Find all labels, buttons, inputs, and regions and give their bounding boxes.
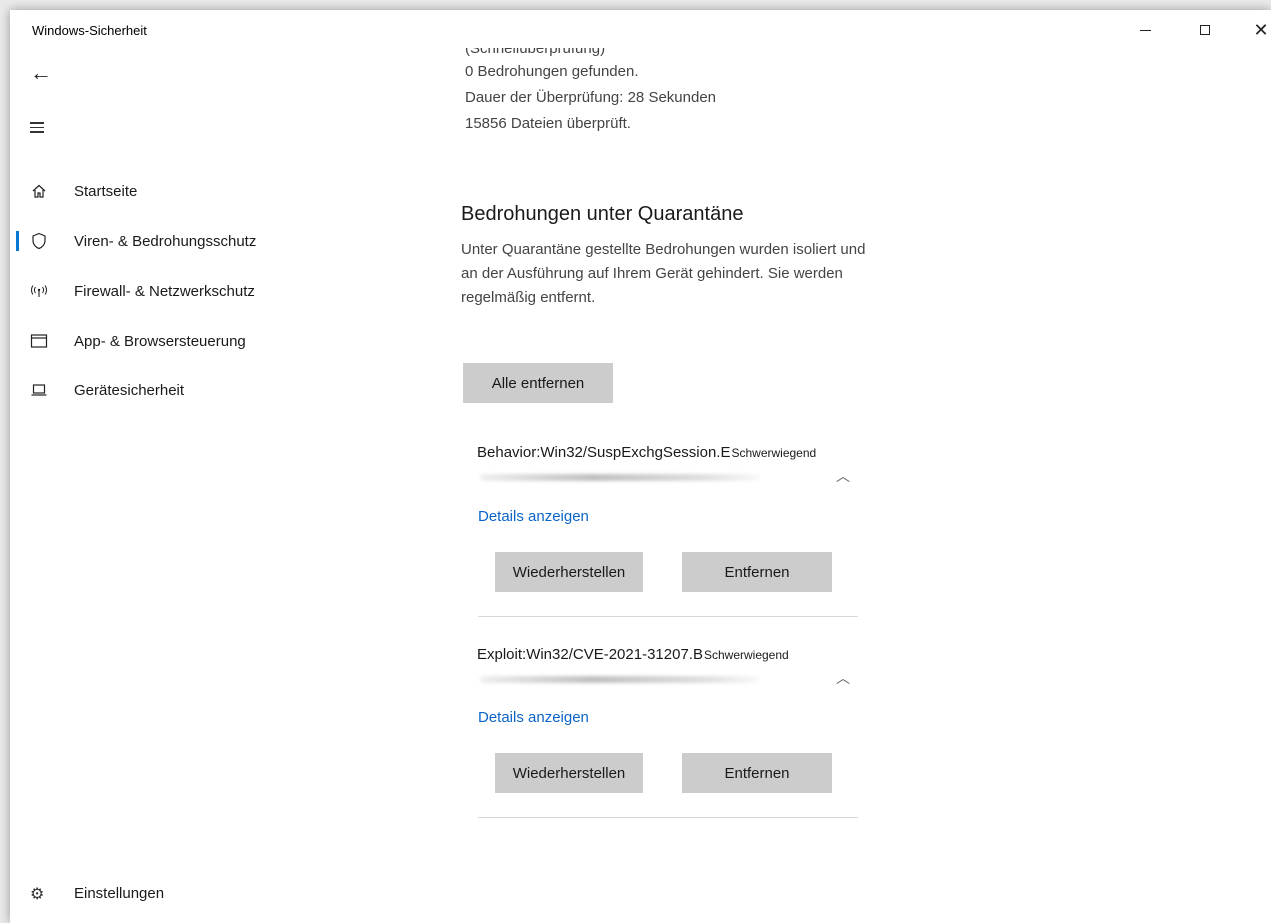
nav-item-label: App- & Browsersteuerung xyxy=(74,332,246,350)
threat-severity: Schwerwiegend xyxy=(703,648,789,662)
divider xyxy=(478,817,858,818)
nav-item-label: Firewall- & Netzwerkschutz xyxy=(74,282,255,300)
remove-button[interactable]: Entfernen xyxy=(682,753,832,793)
minimize-button[interactable] xyxy=(1122,14,1168,46)
nav-item-label: Viren- & Bedrohungsschutz xyxy=(74,232,257,250)
browser-window-icon xyxy=(30,332,48,350)
nav-item-app-browser[interactable]: App- & Browsersteuerung xyxy=(10,324,310,358)
chevron-up-icon[interactable]: ︿ xyxy=(836,466,850,486)
back-button[interactable]: ← xyxy=(30,60,52,86)
back-arrow-icon: ← xyxy=(30,60,52,85)
nav-item-device-security[interactable]: Gerätesicherheit xyxy=(10,373,310,407)
hamburger-icon xyxy=(30,122,44,133)
maximize-button[interactable] xyxy=(1182,14,1228,46)
scan-files-text: 15856 Dateien überprüft. xyxy=(465,115,631,132)
window-title: Windows-Sicherheit xyxy=(32,23,147,38)
minimize-icon xyxy=(1139,29,1151,31)
nav-item-home[interactable]: Startseite xyxy=(10,174,310,208)
nav-item-label: Startseite xyxy=(74,182,138,200)
details-link[interactable]: Details anzeigen xyxy=(478,709,589,726)
menu-button[interactable] xyxy=(30,122,44,136)
remove-button[interactable]: Entfernen xyxy=(682,552,832,592)
nav-item-label: Gerätesicherheit xyxy=(74,381,185,399)
threat-name: Behavior:Win32/SuspExchgSession.E xyxy=(477,444,731,461)
nav-item-label: Einstellungen xyxy=(74,885,165,902)
active-indicator xyxy=(16,231,19,251)
divider xyxy=(478,616,858,617)
nav-item-settings[interactable]: ⚙ Einstellungen xyxy=(10,876,310,910)
nav-item-firewall[interactable]: Firewall- & Netzwerkschutz xyxy=(10,274,310,308)
close-button[interactable]: ✕ xyxy=(1238,14,1271,46)
restore-button[interactable]: Wiederherstellen xyxy=(495,552,643,592)
gear-icon: ⚙ xyxy=(30,886,45,903)
threat-item[interactable]: Behavior:Win32/SuspExchgSession.ESchwerw… xyxy=(477,444,862,461)
restore-button[interactable]: Wiederherstellen xyxy=(495,753,643,793)
scan-type-text: (Schnellüberprüfung) xyxy=(465,40,606,57)
shield-icon xyxy=(30,232,48,250)
threat-name: Exploit:Win32/CVE-2021-31207.B xyxy=(477,646,703,663)
section-heading: Bedrohungen unter Quarantäne xyxy=(461,203,744,225)
redacted-path xyxy=(480,676,760,683)
nav-item-virus-protection[interactable]: Viren- & Bedrohungsschutz xyxy=(10,224,310,258)
close-icon: ✕ xyxy=(1253,20,1269,40)
laptop-icon xyxy=(30,381,48,399)
chevron-up-icon[interactable]: ︿ xyxy=(836,668,850,688)
redacted-path xyxy=(480,474,760,481)
scan-duration-text: Dauer der Überprüfung: 28 Sekunden xyxy=(465,89,717,106)
maximize-icon xyxy=(1200,25,1210,35)
section-description: Unter Quarantäne gestellte Bedrohungen w… xyxy=(461,241,866,306)
remove-all-button[interactable]: Alle entfernen xyxy=(463,363,613,403)
details-link[interactable]: Details anzeigen xyxy=(478,508,589,525)
scan-result-text: 0 Bedrohungen gefunden. xyxy=(465,63,639,80)
antenna-icon xyxy=(30,282,48,300)
home-icon xyxy=(30,182,48,200)
threat-item[interactable]: Exploit:Win32/CVE-2021-31207.BSchwerwieg… xyxy=(477,646,862,663)
app-window: Windows-Sicherheit ✕ ← Startseite Viren-… xyxy=(10,10,1271,923)
threat-severity: Schwerwiegend xyxy=(731,446,817,460)
